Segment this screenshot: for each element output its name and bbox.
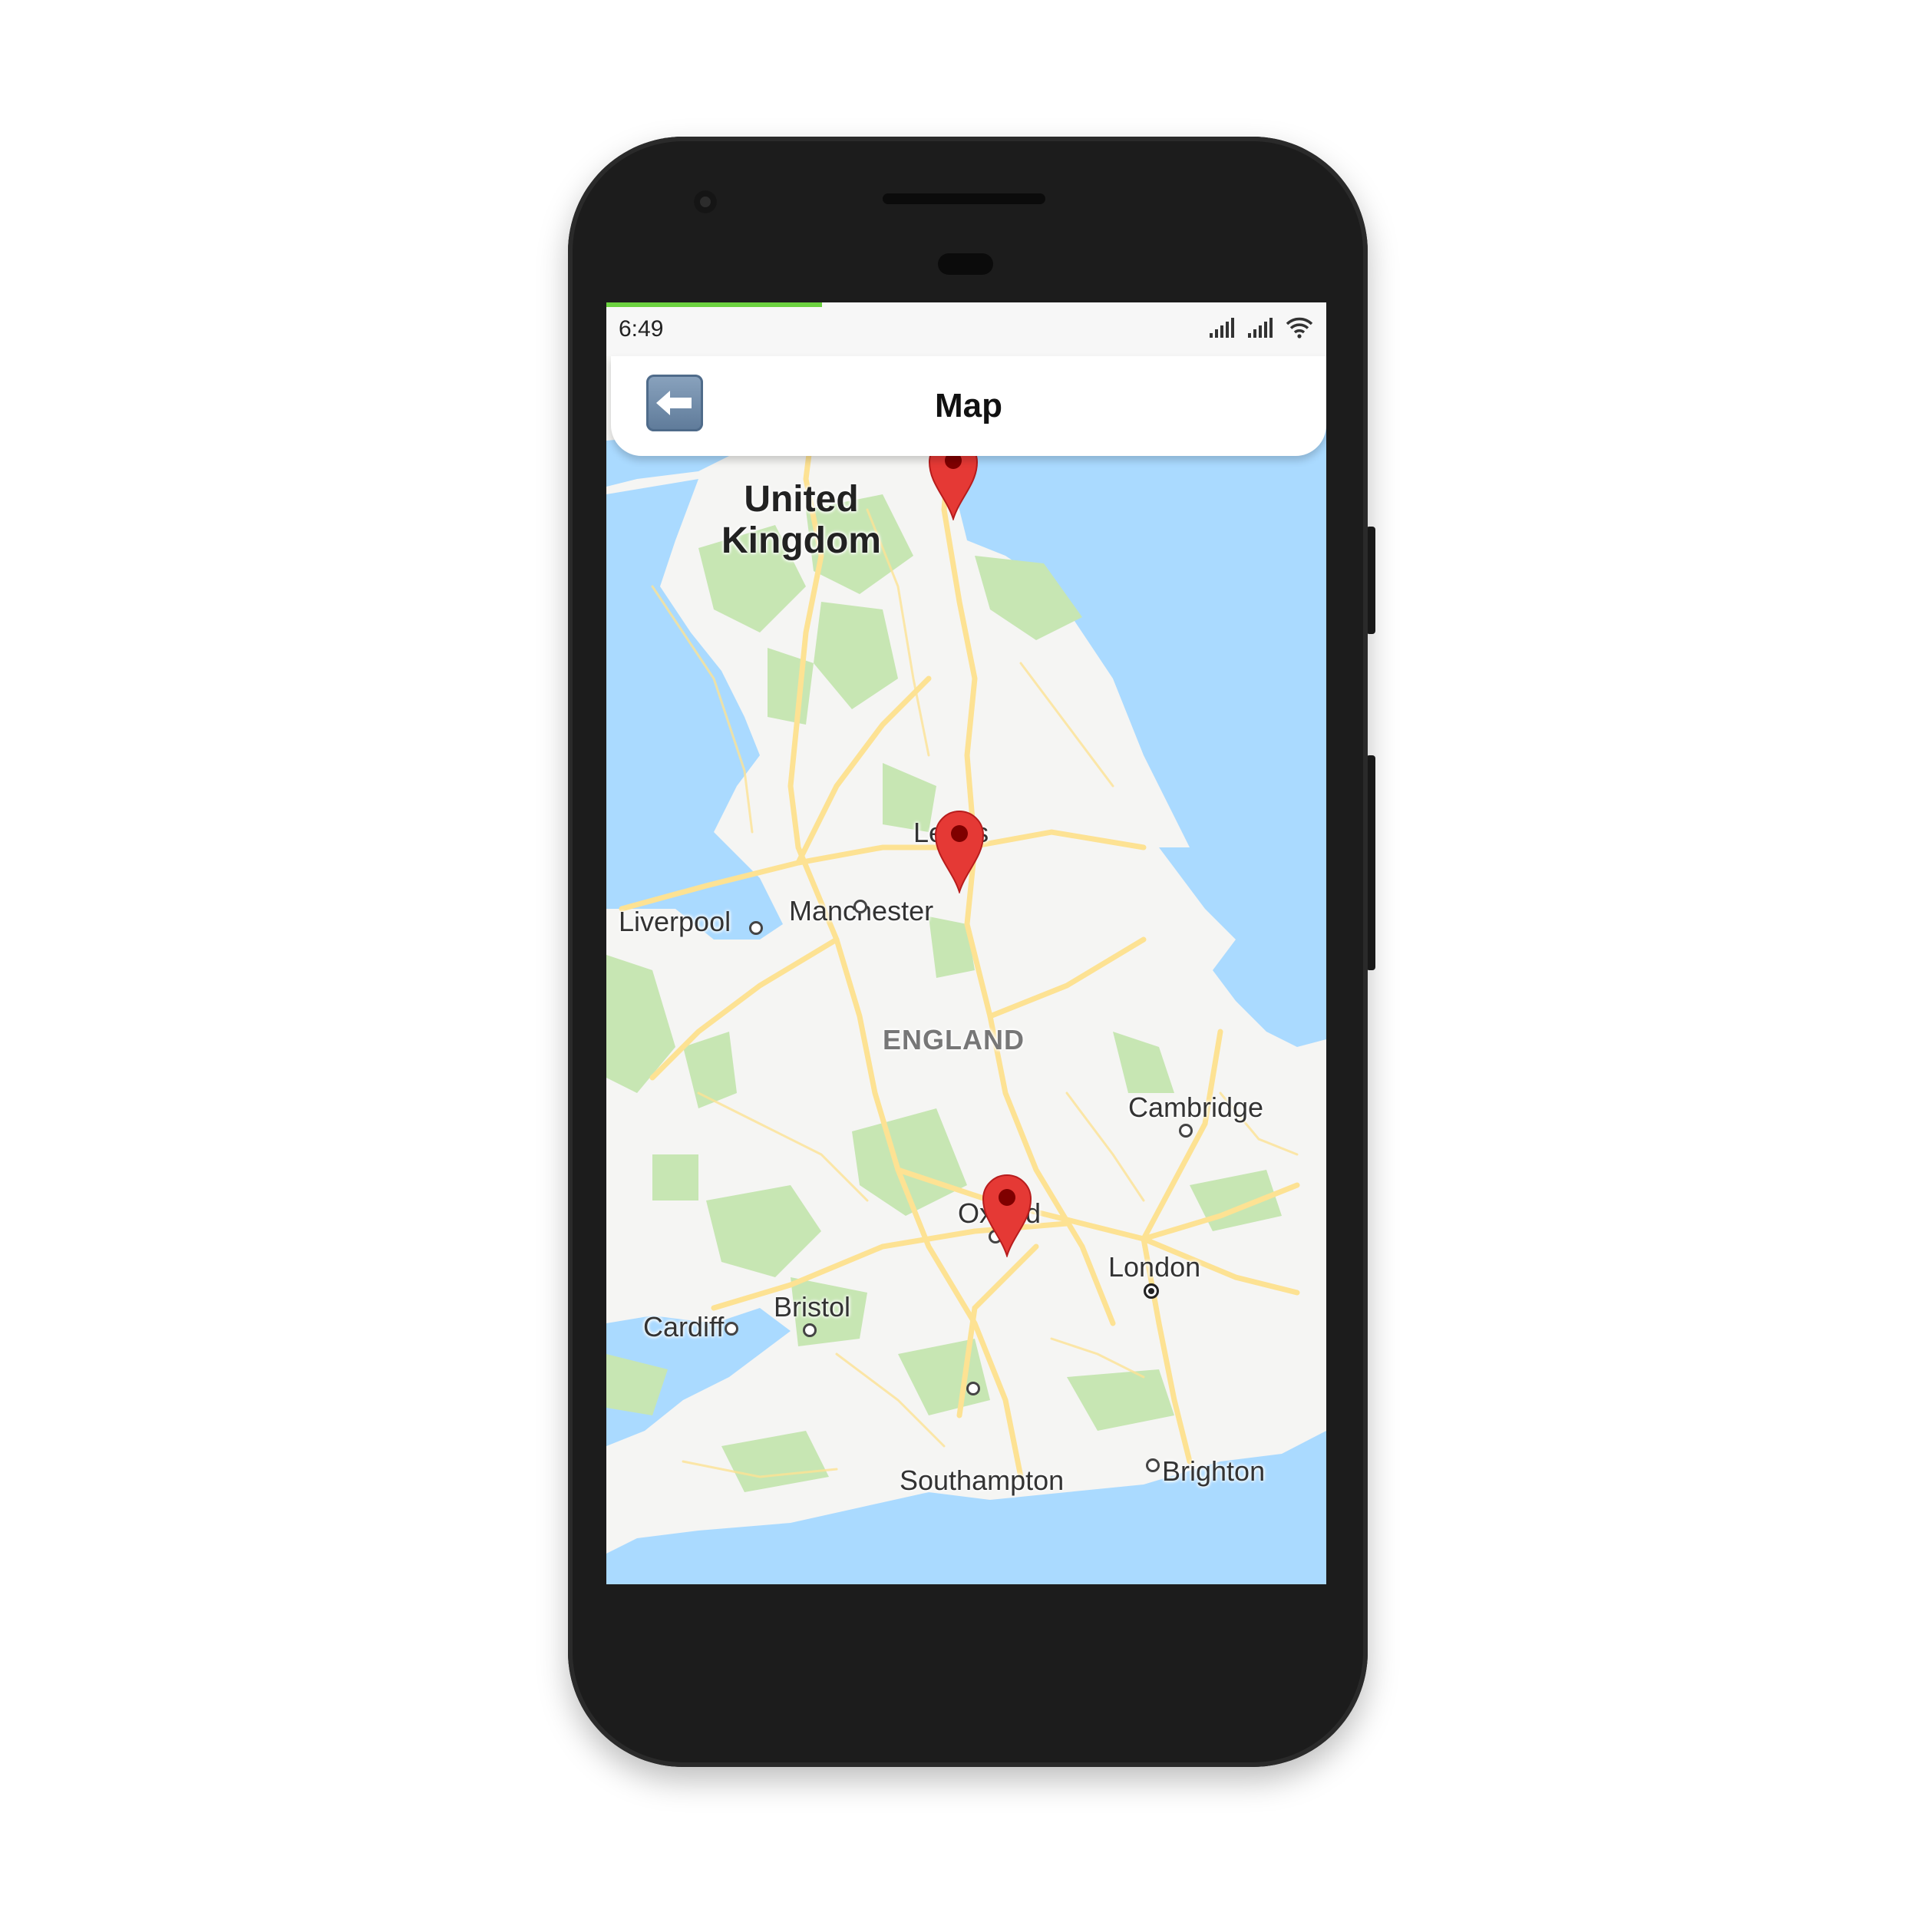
country-label: United Kingdom	[721, 479, 881, 561]
page-load-progress	[606, 302, 823, 307]
map-view[interactable]: UnitedKingdom ENGLAND Leeds Manchester L…	[606, 356, 1326, 1584]
status-icons	[1208, 316, 1314, 339]
signal-icon	[1248, 318, 1273, 338]
city-dot-manchester	[853, 900, 867, 913]
city-label-liverpool: Liverpool	[619, 906, 731, 937]
city-label-cambridge: Cambridge	[1128, 1091, 1264, 1123]
city-label-southampton: Southampton	[900, 1465, 1065, 1496]
city-dot-cambridge	[1179, 1124, 1193, 1138]
city-dot-liverpool	[749, 921, 763, 935]
proximity-sensor	[938, 253, 993, 275]
map-pin-icon[interactable]	[934, 809, 985, 893]
city-label-brighton: Brighton	[1162, 1455, 1266, 1487]
city-label-cardiff: Cardiff	[643, 1311, 725, 1342]
wifi-icon	[1286, 317, 1313, 339]
phone-screen: UnitedKingdom ENGLAND Leeds Manchester L…	[606, 302, 1326, 1584]
app-header: Map	[611, 356, 1326, 456]
status-bar: 6:49	[606, 302, 1326, 356]
city-label-london: London	[1108, 1251, 1201, 1283]
status-time: 6:49	[619, 316, 664, 342]
signal-icon	[1210, 318, 1234, 338]
city-dot-cardiff	[725, 1322, 738, 1336]
city-dot-london	[1144, 1283, 1159, 1299]
front-camera	[694, 190, 717, 213]
region-label: ENGLAND	[883, 1024, 1025, 1055]
city-label-bristol: Bristol	[774, 1291, 851, 1323]
map-pin-icon[interactable]	[982, 1173, 1032, 1257]
city-dot-southampton	[966, 1382, 980, 1395]
city-dot-bristol	[803, 1323, 817, 1337]
earpiece-speaker	[883, 193, 1045, 204]
page-title: Map	[935, 387, 1002, 424]
map-tiles	[606, 356, 1326, 1554]
city-dot-brighton	[1146, 1458, 1160, 1472]
